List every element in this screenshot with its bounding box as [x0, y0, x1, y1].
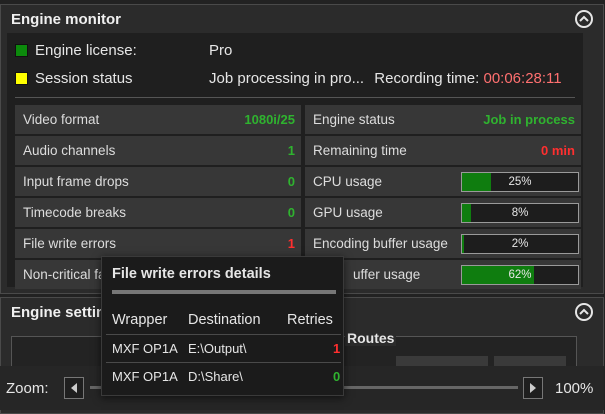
license-label: Engine license: — [35, 41, 137, 59]
metric-value: 1 — [287, 143, 295, 158]
metric-video-format: Video format 1080i/25 — [15, 105, 301, 134]
engine-monitor-panel: Engine monitor Engine license: Pro Sessi… — [0, 4, 604, 294]
chevron-up-icon — [579, 308, 589, 315]
license-status-indicator — [15, 43, 28, 57]
bar-value: 25% — [508, 175, 532, 188]
metric-label: File write errors — [23, 236, 117, 251]
cell-wrapper: MXF OP1A — [112, 341, 178, 356]
recording-time-value: 00:06:28:11 — [483, 69, 562, 87]
zoom-value: 100% — [555, 379, 594, 397]
column-header-destination: Destination — [188, 312, 261, 328]
triangle-left-icon — [71, 383, 77, 393]
metric-label: Audio channels — [23, 143, 116, 158]
session-value: Job processing in pro... — [209, 69, 365, 87]
header-separator — [106, 334, 341, 335]
metric-buffer-usage: uffer usage 62% — [305, 260, 581, 289]
file-write-errors-popup: File write errors details Wrapper Destin… — [101, 256, 344, 396]
bar-value: 8% — [511, 206, 529, 219]
column-header-retries: Retries — [287, 312, 333, 328]
routes-title: Routes — [345, 330, 397, 346]
engine-license-row: Engine license: Pro — [15, 37, 232, 63]
metric-gpu-usage: GPU usage 8% — [305, 198, 581, 227]
cell-retries: 0 — [333, 369, 341, 384]
metric-encoding-buffer-usage: Encoding buffer usage 2% — [305, 229, 581, 258]
metric-input-frame-drops: Input frame drops 0 — [15, 167, 301, 196]
zoom-label: Zoom: — [6, 379, 49, 397]
session-status-row: Session status Job processing in pro... … — [15, 65, 562, 91]
engine-monitor-header: Engine monitor — [1, 5, 603, 33]
bar-value: 2% — [511, 237, 529, 250]
metric-label: Video format — [23, 112, 100, 127]
row-separator — [106, 362, 341, 363]
metric-cpu-usage: CPU usage 25% — [305, 167, 581, 196]
metric-label: Engine status — [313, 112, 395, 127]
popup-title: File write errors details — [112, 266, 271, 282]
license-value: Pro — [209, 41, 233, 59]
cell-wrapper: MXF OP1A — [112, 369, 178, 384]
cell-destination: D:\Share\ — [188, 369, 243, 384]
triangle-right-icon — [530, 383, 536, 393]
collapse-engine-monitor-button[interactable] — [575, 10, 593, 28]
metric-audio-channels: Audio channels 1 — [15, 136, 301, 165]
gpu-usage-bar: 8% — [461, 202, 579, 223]
metric-remaining-time: Remaining time 0 min — [305, 136, 581, 165]
engine-settings-title: Engine settin — [11, 303, 106, 321]
session-status-indicator — [15, 71, 28, 85]
metric-timecode-breaks: Timecode breaks 0 — [15, 198, 301, 227]
metric-label: Input frame drops — [23, 174, 129, 189]
collapse-engine-settings-button[interactable] — [575, 303, 593, 321]
encoding-buffer-bar: 2% — [461, 233, 579, 254]
popup-title-rule — [112, 290, 336, 294]
metric-label: Timecode breaks — [23, 205, 127, 220]
engine-monitor-title: Engine monitor — [11, 10, 121, 28]
cell-destination: E:\Output\ — [188, 341, 247, 356]
session-value-group: Job processing in pro... Recording time:… — [209, 70, 562, 87]
column-header-wrapper: Wrapper — [112, 312, 168, 328]
metric-value: Job in process — [483, 112, 575, 127]
bar-value: 62% — [508, 268, 532, 281]
metric-value: 1 — [287, 236, 295, 251]
zoom-in-button[interactable] — [523, 377, 543, 399]
session-label: Session status — [35, 69, 133, 87]
metric-value: 0 — [287, 205, 295, 220]
monitor-body: Engine license: Pro Session status Job p… — [7, 33, 583, 289]
cpu-usage-bar: 25% — [461, 171, 579, 192]
metric-label: Remaining time — [313, 143, 407, 158]
recording-time-label: Recording time: — [374, 69, 480, 87]
metric-value: 0 min — [541, 143, 575, 158]
zoom-out-button[interactable] — [64, 377, 84, 399]
metric-file-write-errors[interactable]: File write errors 1 — [15, 229, 301, 258]
chevron-up-icon — [579, 15, 589, 22]
buffer-usage-bar: 62% — [461, 264, 579, 285]
metric-value: 0 — [287, 174, 295, 189]
cell-retries: 1 — [333, 341, 341, 356]
metric-engine-status: Engine status Job in process — [305, 105, 581, 134]
status-divider — [15, 97, 575, 98]
metric-value: 1080i/25 — [244, 112, 295, 127]
